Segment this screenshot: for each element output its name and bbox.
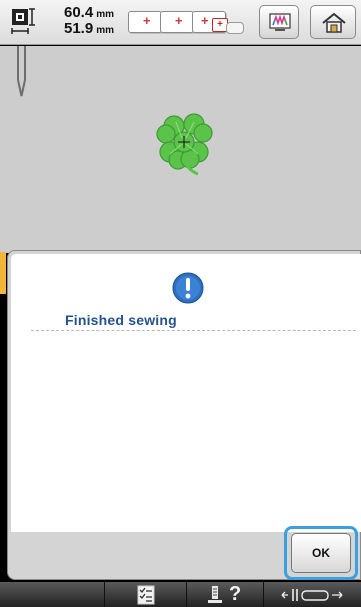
pattern-size-icon — [11, 8, 35, 34]
machine-help-button[interactable]: ? — [187, 582, 264, 607]
checklist-button[interactable] — [105, 582, 187, 607]
clover-pattern-icon — [156, 113, 213, 176]
dialog-message: Finished sewing — [65, 312, 177, 328]
dialog-message-panel: Finished sewing — [11, 254, 361, 532]
height-unit: mm — [96, 25, 114, 36]
home-icon — [322, 12, 346, 33]
frame-center-mark: + — [175, 13, 183, 28]
thread-color-button[interactable] — [259, 5, 299, 39]
height-value: 51.9 — [64, 20, 94, 37]
home-button[interactable] — [310, 5, 356, 39]
embroidery-frame-indicator: + + + + — [128, 8, 250, 38]
bottom-bar: ? — [0, 582, 361, 607]
dialog-side-tab — [0, 252, 6, 294]
thread-color-icon — [269, 13, 291, 31]
presser-foot-icon — [281, 589, 343, 601]
help-icon: ? — [229, 583, 242, 605]
width-unit: mm — [96, 9, 114, 20]
width-value: 60.4 — [64, 4, 94, 21]
pattern-size-readout: 60.4 mm 51.9 mm — [64, 4, 114, 38]
bottom-bar-blank — [0, 582, 105, 607]
presser-foot-button[interactable] — [264, 582, 361, 607]
frame-outline-medium: + — [160, 11, 194, 33]
frame-outline-mini — [226, 22, 244, 34]
ok-button[interactable]: OK — [291, 533, 351, 573]
frame-center-mark: + — [143, 13, 151, 28]
frame-outline-large: + — [128, 11, 162, 33]
frame-center-mark: + — [201, 13, 209, 28]
sewing-machine-icon — [208, 586, 222, 603]
checklist-icon — [137, 585, 155, 605]
top-bar: 60.4 mm 51.9 mm + + + + — [0, 0, 361, 45]
embroidery-preview — [0, 46, 361, 253]
message-divider — [31, 330, 356, 331]
needle-icon — [17, 46, 26, 97]
info-alert-icon — [172, 272, 204, 304]
